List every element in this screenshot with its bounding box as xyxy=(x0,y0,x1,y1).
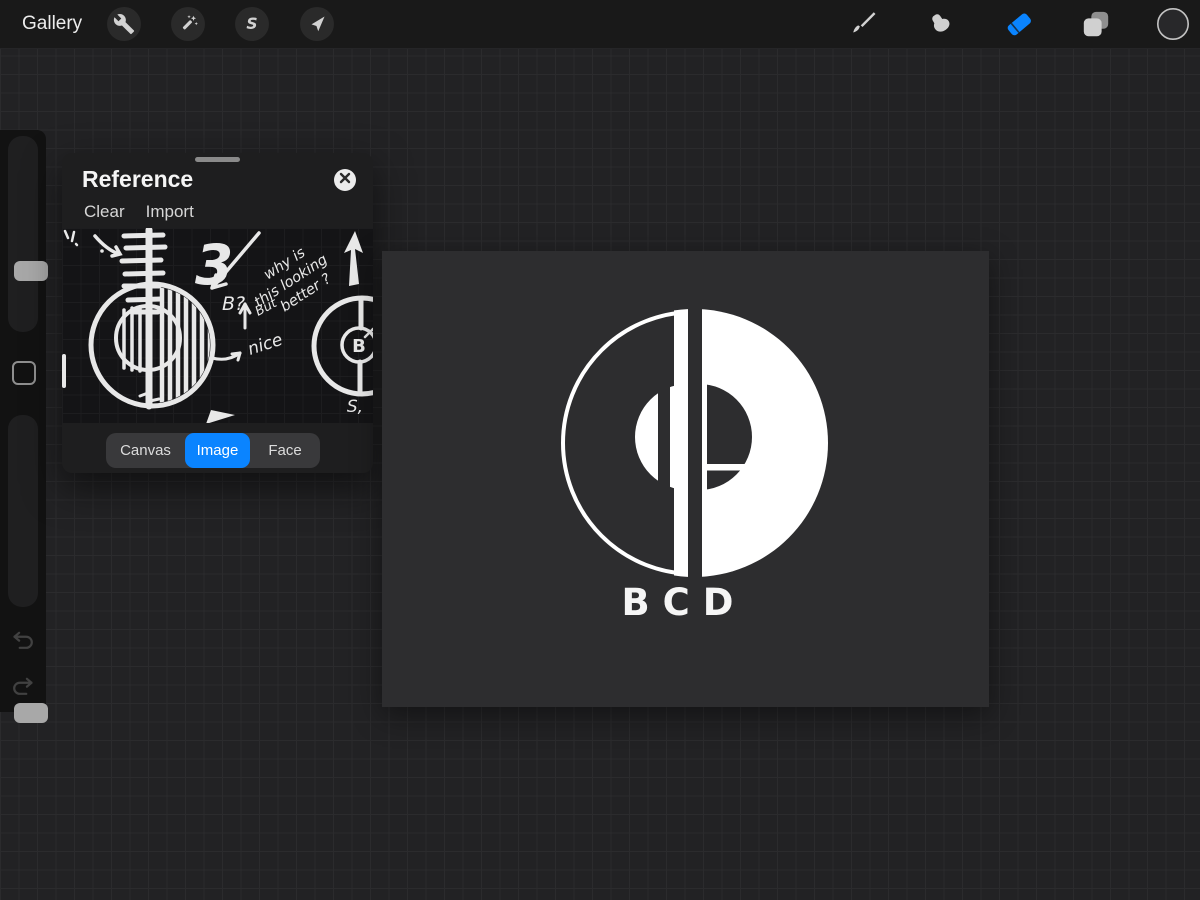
top-toolbar: Gallery S xyxy=(0,0,1200,49)
brush-icon xyxy=(848,9,878,39)
side-toolbar xyxy=(0,130,46,712)
undo-icon xyxy=(8,625,38,660)
brush-opacity-slider[interactable] xyxy=(8,415,38,607)
eraser-button[interactable] xyxy=(1001,7,1037,41)
transform-button[interactable] xyxy=(300,7,334,41)
magic-wand-icon xyxy=(177,13,199,35)
selection-icon: S xyxy=(241,13,263,35)
bcd-logo: BCD xyxy=(382,251,989,707)
brush-size-handle[interactable] xyxy=(14,261,48,281)
artwork-canvas[interactable]: BCD xyxy=(382,251,989,707)
eraser-icon xyxy=(1003,8,1035,40)
reference-tabs: Canvas Image Face xyxy=(106,433,320,468)
svg-text:S: S xyxy=(246,15,257,33)
gallery-button[interactable]: Gallery xyxy=(22,0,82,48)
import-button[interactable]: Import xyxy=(146,202,194,222)
adjustments-button[interactable] xyxy=(171,7,205,41)
selection-button[interactable]: S xyxy=(235,7,269,41)
redo-button[interactable] xyxy=(3,668,43,708)
logo-wordmark: BCD xyxy=(621,581,746,624)
wrench-icon xyxy=(113,13,135,35)
current-color-icon xyxy=(1156,7,1190,41)
sketch-s: S, xyxy=(347,397,363,417)
reference-image[interactable]: 3 B? why is this looking better ? xyxy=(62,228,373,423)
redo-icon xyxy=(8,671,38,706)
layers-button[interactable] xyxy=(1078,7,1114,41)
smudge-icon xyxy=(926,9,956,39)
reference-sketch: 3 B? why is this looking better ? xyxy=(64,230,373,423)
brush-size-slider[interactable] xyxy=(8,136,38,332)
panel-drag-handle[interactable] xyxy=(195,157,240,162)
tab-face[interactable]: Face xyxy=(250,433,320,468)
panel-title: Reference xyxy=(82,166,193,193)
sketch-nice: nice xyxy=(245,330,285,360)
smudge-button[interactable] xyxy=(923,7,959,41)
reference-panel: Reference Clear Import xyxy=(62,153,373,473)
tab-image[interactable]: Image xyxy=(185,433,250,468)
undo-button[interactable] xyxy=(3,622,43,662)
color-swatch[interactable] xyxy=(1156,7,1190,41)
close-button[interactable] xyxy=(334,169,356,191)
transform-icon xyxy=(306,13,328,35)
close-icon xyxy=(339,171,351,189)
clear-button[interactable]: Clear xyxy=(84,202,125,222)
layers-icon xyxy=(1081,9,1111,39)
brush-button[interactable] xyxy=(845,7,881,41)
tab-canvas[interactable]: Canvas xyxy=(106,433,185,468)
modify-button[interactable] xyxy=(12,361,36,385)
sketch-b: B xyxy=(352,336,366,357)
actions-button[interactable] xyxy=(107,7,141,41)
